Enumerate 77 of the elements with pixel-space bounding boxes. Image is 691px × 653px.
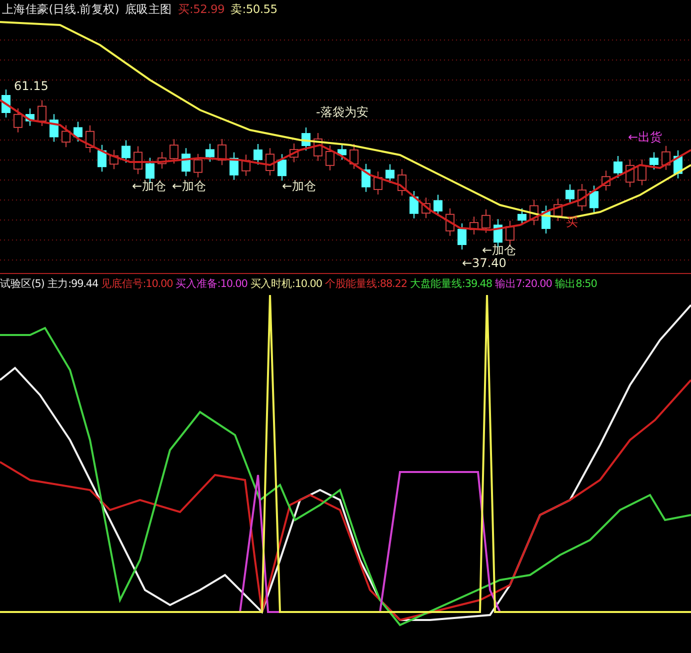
candlestick — [242, 154, 250, 176]
candlestick — [350, 143, 358, 170]
candlestick — [386, 164, 394, 184]
candlestick — [422, 197, 430, 219]
candlestick — [182, 148, 190, 177]
chart-annotation: -落袋为安 — [316, 105, 368, 119]
candlestick — [134, 146, 142, 175]
candlestick — [254, 144, 262, 166]
chart-annotation: 61.15 — [14, 79, 48, 93]
candlestick — [110, 149, 118, 170]
candlestick — [446, 208, 454, 236]
indicator-reading: 见底信号:10.00 — [101, 276, 173, 290]
candlestick — [662, 145, 670, 170]
candlestick — [410, 190, 418, 219]
candlestick — [506, 220, 514, 246]
indicator-reading: 输出7:20.00 — [494, 276, 552, 290]
candlestick — [158, 152, 166, 170]
candlestick — [602, 170, 610, 192]
candlestick — [542, 205, 550, 234]
candlestick — [2, 89, 10, 118]
candlestick — [518, 208, 526, 226]
chart-annotation: ←37.40 — [462, 256, 506, 270]
candlestick — [482, 208, 490, 234]
candlestick — [218, 138, 226, 166]
indicator-reading: 个股能量线:88.22 — [324, 276, 407, 290]
candlestick — [278, 154, 286, 182]
candlestick — [38, 100, 46, 127]
indicator-reading: 大盘能量线:39.48 — [410, 276, 492, 290]
candlestick — [86, 124, 94, 153]
price-reading: 买:52.99 — [178, 2, 225, 16]
chart-annotation: ←加仓 — [172, 179, 206, 193]
candlestick — [14, 108, 22, 133]
candlestick — [26, 108, 34, 126]
candlestick — [122, 140, 130, 164]
candlestick — [626, 158, 634, 188]
candlestick — [326, 145, 334, 171]
candlestick — [674, 150, 682, 179]
candlestick — [50, 114, 58, 142]
chart-annotation: ←出货 — [628, 130, 662, 144]
candlestick — [614, 156, 622, 178]
candlestick — [74, 121, 82, 142]
candlestick — [374, 171, 382, 195]
chart-annotation: ←加仓 — [132, 179, 166, 193]
candlestick — [470, 216, 478, 236]
candlestick — [458, 222, 466, 250]
candlestick — [578, 184, 586, 212]
candlestick — [566, 184, 574, 204]
chart-annotation: ←加仓 — [482, 243, 516, 257]
price-reading: 卖:50.55 — [230, 2, 278, 16]
candlestick — [62, 124, 70, 148]
candlestick — [530, 199, 538, 226]
candlestick — [302, 127, 310, 152]
candlestick — [98, 144, 106, 172]
candlestick — [650, 152, 658, 170]
candlestick — [590, 185, 598, 214]
indicator-reading: 买入时机:10.00 — [250, 276, 322, 290]
indicator-reading: 主力:99.44 — [47, 276, 98, 290]
candlestick — [338, 143, 346, 160]
candlestick — [266, 148, 274, 176]
indicator-name: 底吸主图 — [125, 2, 172, 16]
candlestick — [434, 194, 442, 216]
candlestick — [398, 168, 406, 196]
candlestick — [290, 143, 298, 163]
panel-title: 试验区(5) — [0, 276, 44, 290]
indicator-reading: 输出8:50 — [554, 276, 597, 290]
candlestick — [362, 163, 370, 192]
candlestick — [230, 152, 238, 180]
candlestick — [638, 159, 646, 186]
candlestick — [194, 153, 202, 178]
chart-annotation: ←加仓 — [282, 179, 316, 193]
candlestick — [206, 143, 214, 162]
chart-annotation: 买 — [566, 215, 578, 229]
candlestick — [170, 138, 178, 164]
stock-title: 上海佳豪(日线.前复权) — [2, 2, 120, 16]
indicator-reading: 买入准备:10.00 — [176, 276, 248, 290]
candlestick — [314, 132, 322, 162]
candlestick — [554, 198, 562, 222]
